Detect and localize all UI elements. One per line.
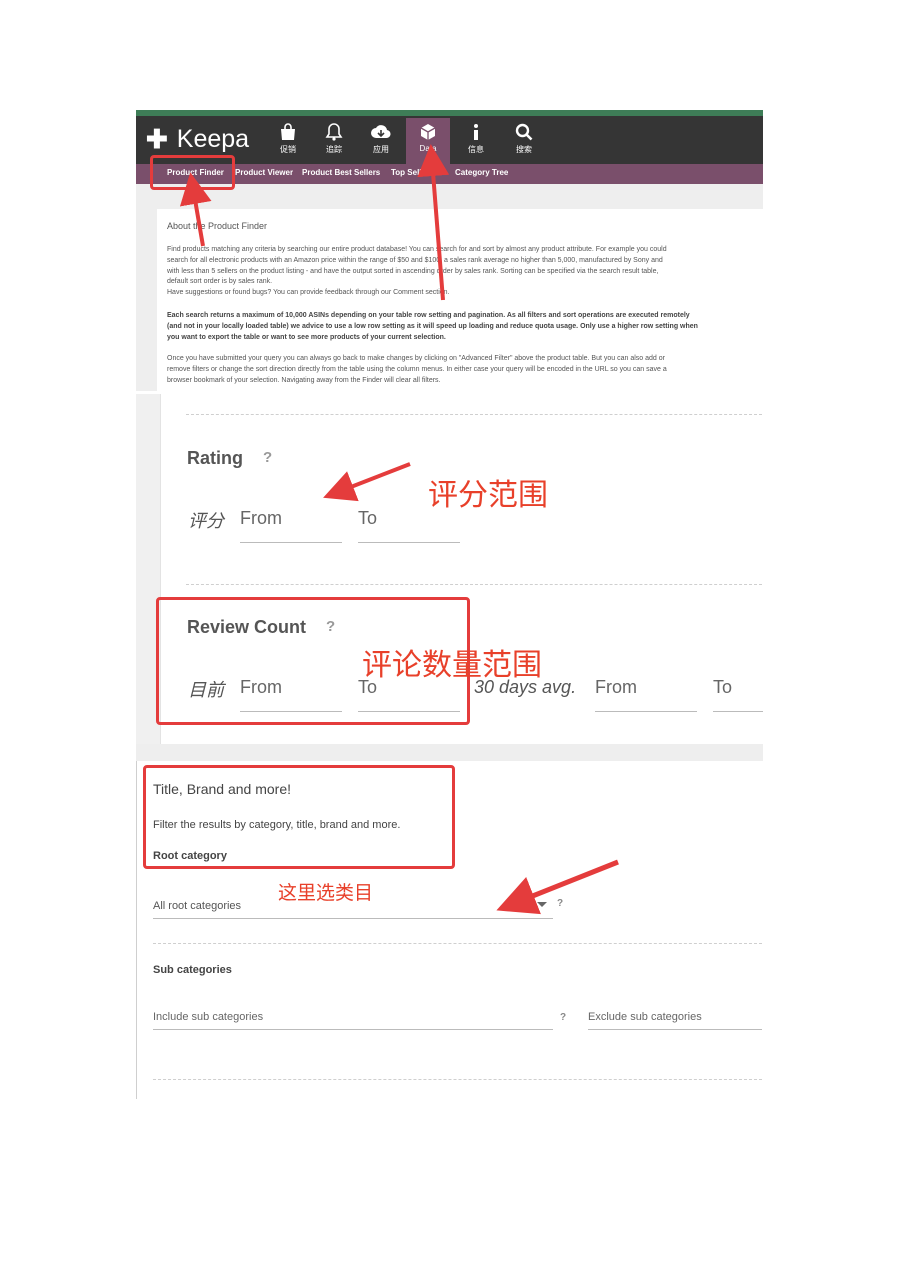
annotation-arrows — [179, 144, 619, 915]
arrow-to-root-category — [496, 859, 619, 915]
arrow-to-product-finder — [179, 172, 212, 247]
arrow-to-data-tab — [417, 144, 450, 301]
arrow-to-rating — [323, 462, 411, 502]
